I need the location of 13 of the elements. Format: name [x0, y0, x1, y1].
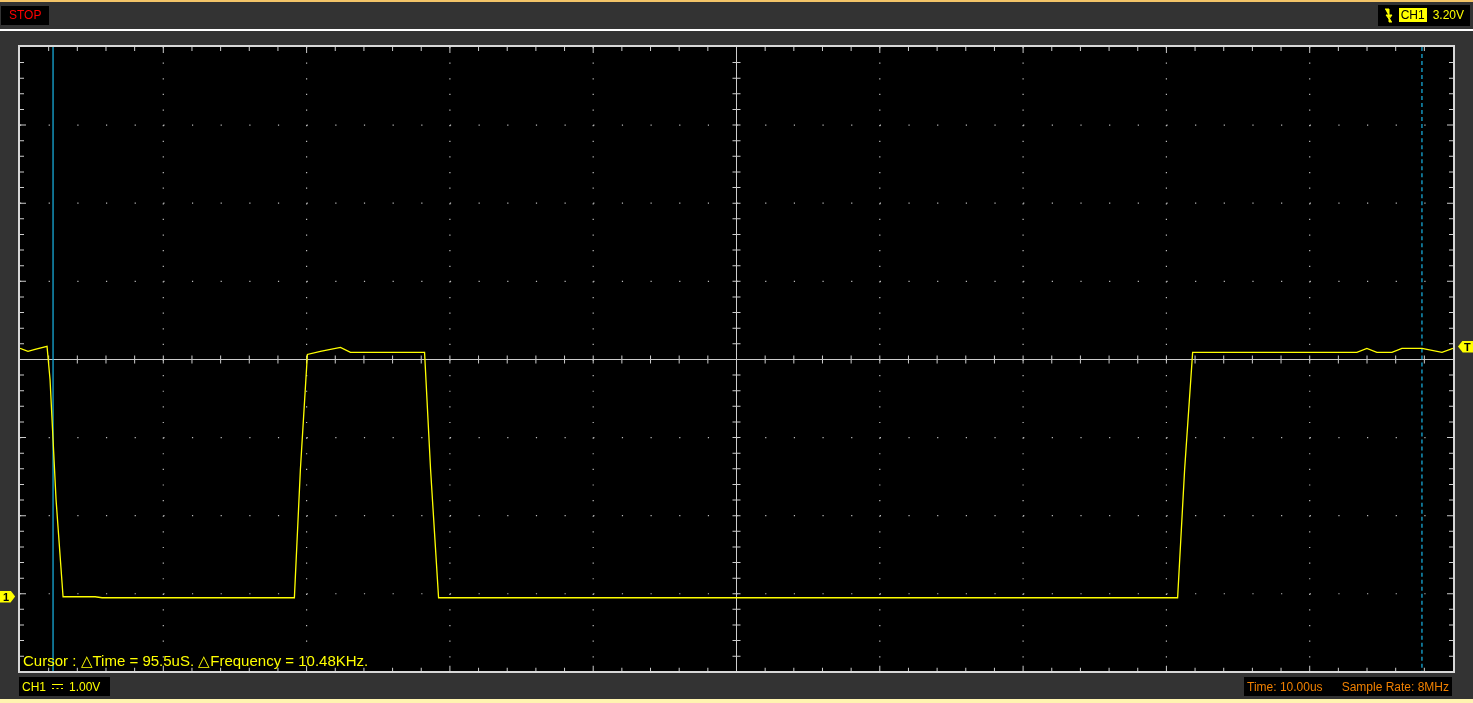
- trigger-level: 3.20V: [1432, 8, 1464, 23]
- cursor-line[interactable]: [52, 46, 54, 672]
- trigger-channel: CH1: [1398, 8, 1427, 23]
- channel-marker[interactable]: 1: [0, 590, 16, 603]
- falling-edge-icon: [1383, 7, 1393, 23]
- channel-scale: 1.00V: [69, 679, 101, 694]
- run-status: STOP: [1, 5, 50, 25]
- sample-rate: Sample Rate: 8MHz: [1341, 679, 1449, 694]
- trigger-marker[interactable]: T: [1458, 340, 1473, 353]
- channel-name: CH1: [22, 679, 46, 694]
- timebase: Time: 10.00us: [1247, 679, 1323, 694]
- cursor-line[interactable]: [1421, 46, 1423, 672]
- dc-coupling-icon: [52, 683, 63, 691]
